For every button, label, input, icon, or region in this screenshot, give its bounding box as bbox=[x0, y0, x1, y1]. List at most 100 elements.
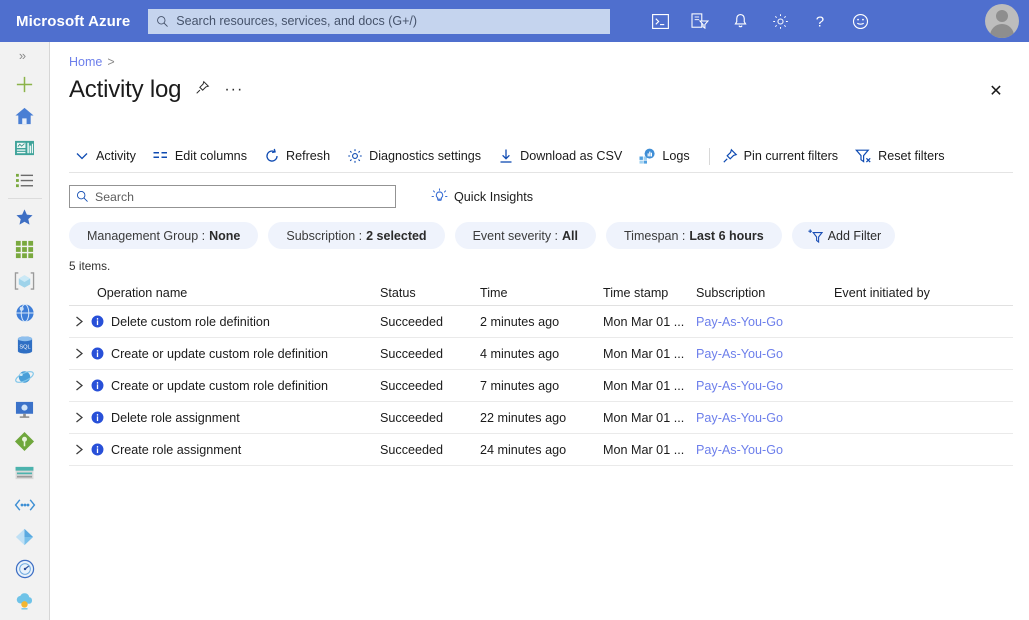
feedback-smiley-icon bbox=[852, 13, 868, 29]
add-filter-button[interactable]: Add Filter bbox=[791, 222, 896, 249]
row-expand-toggle[interactable] bbox=[69, 411, 91, 424]
sidebar-item-app-services[interactable] bbox=[0, 297, 50, 329]
cell-time-stamp: Mon Mar 01 ... bbox=[603, 410, 685, 425]
feedback-button[interactable] bbox=[840, 0, 880, 42]
settings-button[interactable] bbox=[760, 0, 800, 42]
sidebar-item-sql-databases[interactable]: SQL bbox=[0, 329, 50, 361]
row-expand-toggle[interactable] bbox=[69, 315, 91, 328]
info-icon bbox=[91, 411, 104, 424]
column-header-subscription[interactable]: Subscription bbox=[696, 286, 834, 300]
sidebar-item-monitor[interactable] bbox=[0, 553, 50, 585]
directory-filter-icon bbox=[691, 13, 710, 29]
filter-subscription-label: Subscription : bbox=[286, 228, 363, 243]
user-avatar[interactable] bbox=[985, 4, 1019, 38]
column-header-time[interactable]: Time bbox=[480, 286, 603, 300]
column-header-operation-name[interactable]: Operation name bbox=[91, 286, 380, 300]
operation-name-text: Create or update custom role definition bbox=[111, 378, 329, 393]
storage-account-icon bbox=[15, 466, 34, 480]
star-icon bbox=[16, 209, 33, 225]
cell-status: Succeeded bbox=[380, 378, 444, 393]
column-header-status[interactable]: Status bbox=[380, 286, 480, 300]
toolbar-diagnostics-settings[interactable]: Diagnostics settings bbox=[342, 145, 490, 167]
close-blade-button[interactable]: ✕ bbox=[985, 80, 1007, 102]
table-row[interactable]: Create or update custom role definition … bbox=[69, 338, 1013, 370]
left-navigation-rail: » SQL bbox=[0, 42, 50, 620]
row-expand-toggle[interactable] bbox=[69, 443, 91, 456]
more-options-button[interactable]: ··· bbox=[224, 82, 243, 98]
cell-operation-name: Delete role assignment bbox=[91, 411, 380, 425]
toolbar-logs-label: Logs bbox=[662, 149, 690, 163]
brand-logo[interactable]: Microsoft Azure bbox=[0, 13, 144, 30]
sidebar-item-load-balancers[interactable] bbox=[0, 425, 50, 457]
row-expand-toggle[interactable] bbox=[69, 347, 91, 360]
add-filter-icon bbox=[808, 228, 823, 243]
search-input[interactable]: Search bbox=[69, 185, 396, 208]
cell-operation-name: Delete custom role definition bbox=[91, 315, 380, 329]
table-row[interactable]: Delete custom role definition Succeeded … bbox=[69, 306, 1013, 338]
sidebar-item-favorites[interactable] bbox=[0, 201, 50, 233]
toolbar-logs[interactable]: Logs bbox=[634, 145, 698, 167]
filter-event-severity[interactable]: Event severity : All bbox=[454, 222, 597, 249]
filter-subscription[interactable]: Subscription :2 selected bbox=[268, 222, 445, 249]
toolbar-activity[interactable]: Activity bbox=[69, 145, 145, 167]
sidebar-item-virtual-machines[interactable] bbox=[0, 393, 50, 425]
cell-status: Succeeded bbox=[380, 314, 444, 329]
toolbar-refresh[interactable]: Refresh bbox=[259, 145, 339, 167]
sidebar-item-create-resource[interactable] bbox=[0, 68, 50, 100]
cell-subscription-link[interactable]: Pay-As-You-Go bbox=[696, 411, 834, 425]
quick-insights-button[interactable]: Quick Insights bbox=[431, 188, 533, 205]
pin-icon bbox=[723, 148, 737, 163]
table-row[interactable]: Delete role assignment Succeeded 22 minu… bbox=[69, 402, 1013, 434]
toolbar-pin-current-filters[interactable]: Pin current filters bbox=[717, 145, 847, 167]
azure-portal: Microsoft Azure Search resources, servic… bbox=[0, 0, 1029, 620]
table-row[interactable]: Create or update custom role definition … bbox=[69, 370, 1013, 402]
operation-name-text: Create role assignment bbox=[111, 442, 242, 457]
toolbar-reset-filters[interactable]: Reset filters bbox=[850, 145, 954, 167]
cloud-shell-button[interactable] bbox=[640, 0, 680, 42]
directory-filter-button[interactable] bbox=[680, 0, 720, 42]
pin-blade-button[interactable] bbox=[195, 80, 210, 100]
filter-management-group-label: Management Group : bbox=[87, 228, 206, 243]
row-expand-toggle[interactable] bbox=[69, 379, 91, 392]
cell-operation-name: Create role assignment bbox=[91, 443, 380, 457]
cell-time-stamp: Mon Mar 01 ... bbox=[603, 378, 685, 393]
filter-management-group-value: None bbox=[209, 228, 241, 243]
filter-timespan[interactable]: Timespan : Last 6 hours bbox=[606, 222, 782, 249]
cell-subscription-link[interactable]: Pay-As-You-Go bbox=[696, 443, 834, 457]
toolbar-pin-current-filters-label: Pin current filters bbox=[743, 149, 839, 163]
cell-subscription-link[interactable]: Pay-As-You-Go bbox=[696, 379, 834, 393]
sidebar-item-virtual-networks[interactable] bbox=[0, 489, 50, 521]
toolbar-edit-columns[interactable]: Edit columns bbox=[148, 146, 256, 166]
monitor-gauge-icon bbox=[15, 559, 34, 579]
breadcrumb-home-link[interactable]: Home bbox=[69, 55, 102, 69]
cell-subscription-link[interactable]: Pay-As-You-Go bbox=[696, 315, 834, 329]
refresh-icon bbox=[266, 148, 278, 162]
column-header-time-stamp[interactable]: Time stamp bbox=[603, 286, 696, 300]
toolbar-download-as-csv[interactable]: Download as CSV bbox=[493, 145, 631, 167]
expand-nav-button[interactable]: » bbox=[0, 42, 49, 68]
chevron-right-icon bbox=[76, 380, 83, 391]
sidebar-item-storage-accounts[interactable] bbox=[0, 457, 50, 489]
global-search-input[interactable]: Search resources, services, and docs (G+… bbox=[148, 8, 611, 34]
sidebar-item-home[interactable] bbox=[0, 100, 50, 132]
notifications-button[interactable] bbox=[720, 0, 760, 42]
sidebar-item-azure-cosmos-db[interactable] bbox=[0, 361, 50, 393]
rail-divider bbox=[7, 198, 42, 199]
gear-icon bbox=[348, 149, 362, 163]
sidebar-item-azure-active-directory[interactable] bbox=[0, 521, 50, 553]
sidebar-item-advisor[interactable] bbox=[0, 585, 50, 617]
sidebar-item-all-services[interactable] bbox=[0, 164, 50, 196]
help-button[interactable]: ? bbox=[800, 0, 840, 42]
chevron-right-icon bbox=[76, 348, 83, 359]
filter-management-group[interactable]: Management Group : None bbox=[69, 222, 259, 249]
blade-content: Home > Activity log ··· ✕ Activity Edit … bbox=[51, 42, 1029, 620]
info-icon bbox=[91, 315, 104, 328]
column-header-event-initiated-by[interactable]: Event initiated by bbox=[834, 286, 1013, 300]
sidebar-item-dashboard[interactable] bbox=[0, 132, 50, 164]
cell-subscription-link[interactable]: Pay-As-You-Go bbox=[696, 347, 834, 361]
activity-log-table: Operation name Status Time Time stamp Su… bbox=[69, 280, 1013, 466]
table-row[interactable]: Create role assignment Succeeded 24 minu… bbox=[69, 434, 1013, 466]
download-icon bbox=[500, 149, 512, 163]
sidebar-item-resource-groups[interactable] bbox=[0, 265, 50, 297]
sidebar-item-all-resources[interactable] bbox=[0, 233, 50, 265]
